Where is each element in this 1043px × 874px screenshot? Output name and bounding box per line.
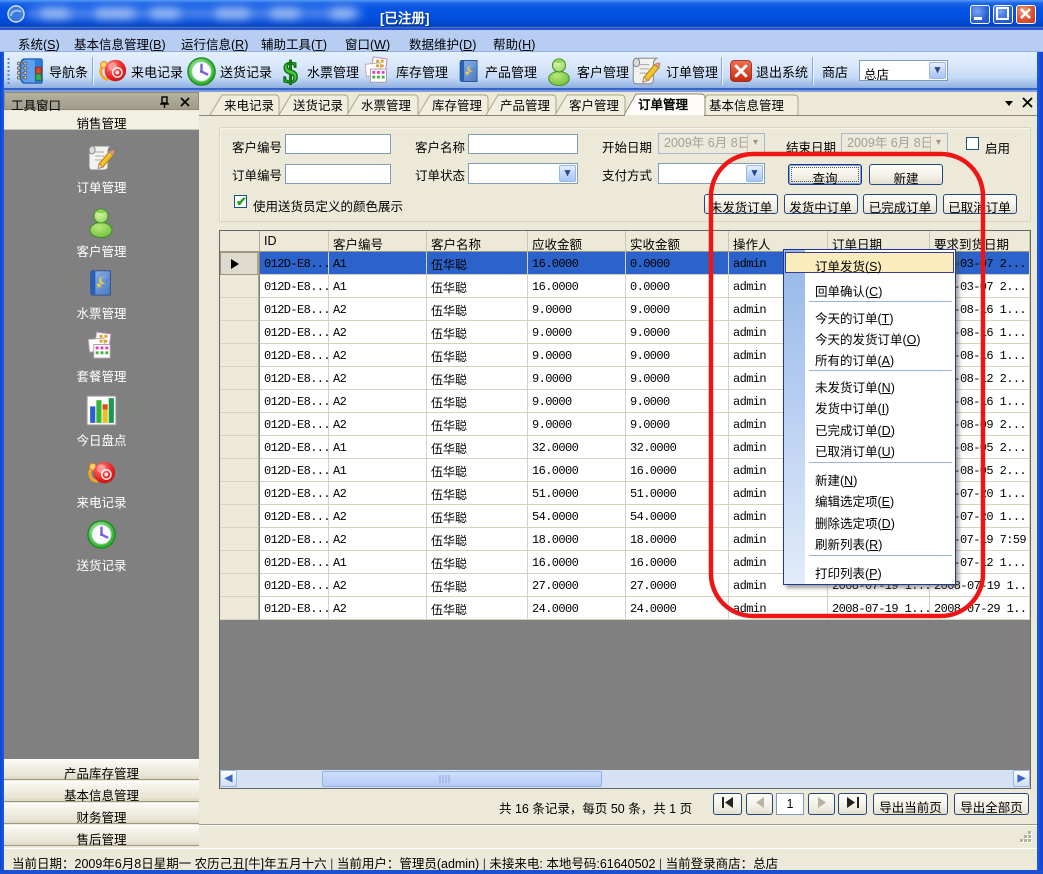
svg-text:基本信息管理: 基本信息管理 (709, 98, 785, 113)
svg-text:产品管理: 产品管理 (500, 98, 551, 113)
svg-text:来电记录: 来电记录 (224, 99, 274, 113)
svg-text:库存管理: 库存管理 (432, 98, 483, 113)
svg-text:订单管理: 订单管理 (638, 97, 689, 112)
svg-text:送货记录: 送货记录 (293, 98, 343, 113)
svg-text:水票管理: 水票管理 (361, 98, 412, 113)
svg-text:客户管理: 客户管理 (569, 98, 620, 113)
